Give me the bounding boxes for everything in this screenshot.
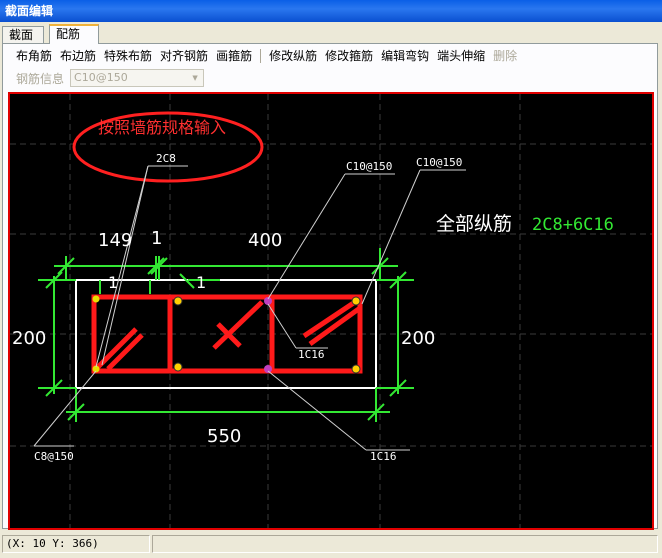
- coordinate-readout: (X: 10 Y: 366): [2, 535, 150, 553]
- dim-200-right: 200: [401, 328, 435, 349]
- toolbar: 布角筋 布边筋 特殊布筋 对齐钢筋 画箍筋 修改纵筋 修改箍筋 编辑弯钩 端头伸…: [12, 47, 521, 65]
- dim-200-left: 200: [12, 328, 46, 349]
- toolbar-separator: [260, 49, 262, 63]
- dim-149: 149: [98, 230, 132, 251]
- rebar-dot: [173, 362, 183, 372]
- end-extend-button[interactable]: 端头伸缩: [433, 47, 489, 65]
- dim-1-top: 1: [151, 228, 162, 249]
- special-rebar-button[interactable]: 特殊布筋: [100, 47, 156, 65]
- rebar-dot: [173, 296, 183, 306]
- grid-lines: [10, 94, 652, 528]
- dim-400: 400: [248, 230, 282, 251]
- status-panel: [152, 535, 658, 553]
- draw-stirrup-button[interactable]: 画箍筋: [212, 47, 256, 65]
- dim-1-right: 1: [196, 273, 206, 292]
- status-bar: (X: 10 Y: 366): [0, 532, 662, 558]
- label-1c16-inner: 1C16: [298, 348, 325, 361]
- rebar-dot: [92, 295, 100, 303]
- rebar-dot: [264, 365, 272, 373]
- rebar-info-select[interactable]: C10@150 ▼: [70, 69, 205, 87]
- align-rebar-button[interactable]: 对齐钢筋: [156, 47, 212, 65]
- total-rebar-label: 全部纵筋: [436, 213, 512, 235]
- edit-longitudinal-button[interactable]: 修改纵筋: [265, 47, 321, 65]
- corner-rebar-button[interactable]: 布角筋: [12, 47, 56, 65]
- label-1c16-bottom: 1C16: [370, 450, 397, 463]
- rebar-info-value: C10@150: [74, 71, 128, 84]
- label-c8: C8@150: [34, 450, 74, 463]
- leader-lines: [33, 165, 466, 451]
- section-drawing[interactable]: 按照墙筋规格输入 2C8 C10@150 C10@150 1C16 1C16 C…: [10, 94, 652, 528]
- edit-hook-button[interactable]: 编辑弯钩: [377, 47, 433, 65]
- chevron-down-icon[interactable]: ▼: [188, 71, 202, 85]
- rebar-info-label: 钢筋信息: [16, 71, 65, 86]
- tab-section[interactable]: 截面: [2, 26, 44, 43]
- note-text: 按照墙筋规格输入: [98, 118, 226, 137]
- label-c10-b: C10@150: [416, 156, 462, 169]
- tab-reinforcement[interactable]: 配筋: [49, 24, 99, 44]
- edit-stirrup-button[interactable]: 修改箍筋: [321, 47, 377, 65]
- dim-1-left: 1: [108, 273, 118, 292]
- rebar-dot: [351, 296, 361, 306]
- edge-rebar-button[interactable]: 布边筋: [56, 47, 100, 65]
- total-rebar-value: 2C8+6C16: [532, 215, 614, 235]
- window-title: 截面编辑: [0, 0, 662, 22]
- rebar-dot: [351, 364, 361, 374]
- rebar-info-row: 钢筋信息 C10@150 ▼: [12, 68, 205, 88]
- dim-550: 550: [207, 426, 241, 447]
- label-2c8: 2C8: [156, 152, 176, 165]
- drawing-canvas[interactable]: 按照墙筋规格输入 2C8 C10@150 C10@150 1C16 1C16 C…: [8, 92, 654, 530]
- label-c10-a: C10@150: [346, 160, 392, 173]
- delete-button[interactable]: 删除: [489, 47, 521, 65]
